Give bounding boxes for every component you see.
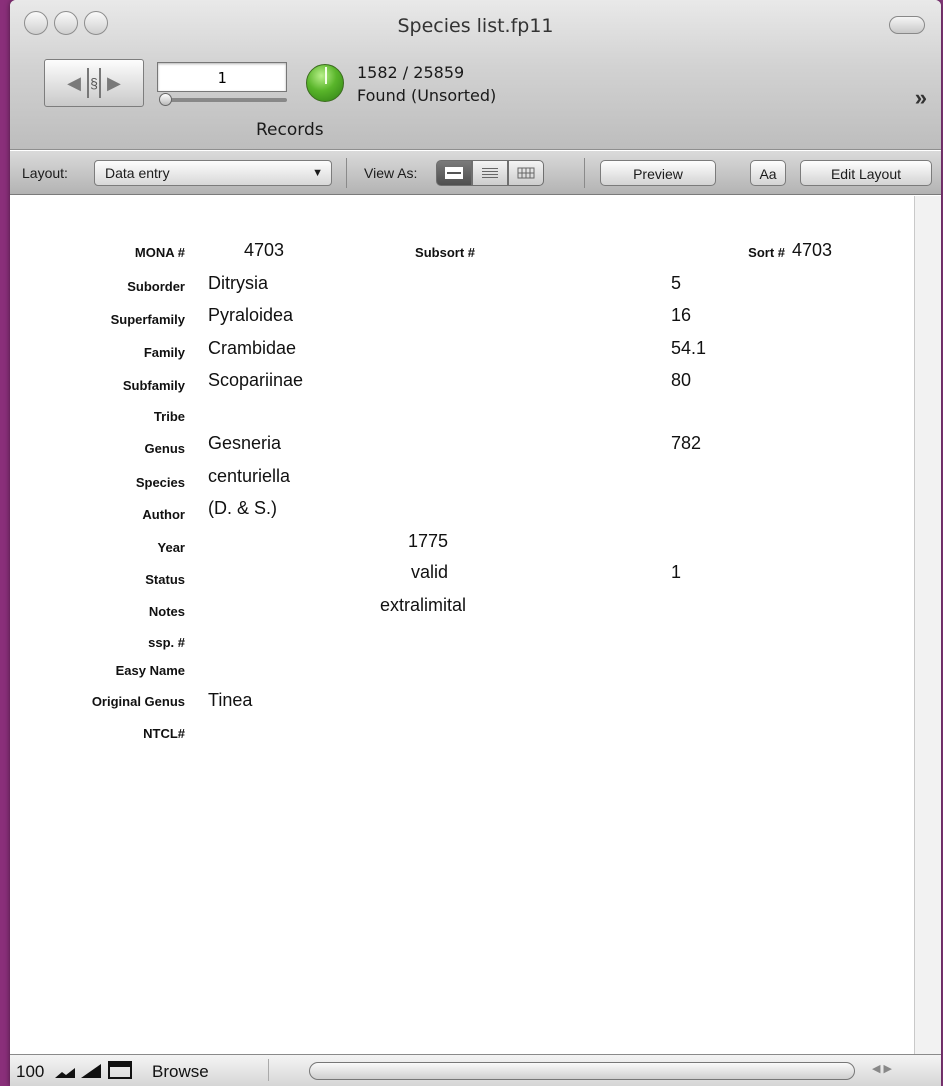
zoom-out-icon[interactable] [54, 1063, 76, 1079]
field-value-suborder[interactable]: Ditrysia [208, 273, 268, 294]
field-num-suborder[interactable]: 5 [671, 273, 681, 294]
field-label-status: Status [145, 572, 185, 587]
records-label: Records [256, 120, 324, 140]
table-view-icon [517, 167, 535, 179]
preview-button[interactable]: Preview [600, 160, 716, 186]
toolbar-toggle-button[interactable] [889, 16, 925, 34]
found-state: Found (Unsorted) [357, 86, 497, 105]
field-label-ssp: ssp. # [148, 635, 185, 650]
dropdown-arrow-icon: ▼ [312, 167, 323, 179]
layout-bar: Layout: Data entry ▼ View As: Preview Aa… [10, 151, 941, 195]
next-record-icon[interactable]: ▶ [107, 73, 121, 94]
edit-layout-button[interactable]: Edit Layout [800, 160, 932, 186]
view-as-form-button[interactable] [436, 160, 472, 186]
field-value-sort[interactable]: 4703 [792, 240, 832, 261]
field-label-subfamily: Subfamily [122, 378, 185, 393]
zoom-level[interactable]: 100 [16, 1062, 44, 1082]
field-value-superfamily[interactable]: Pyraloidea [208, 305, 293, 326]
layout-label: Layout: [22, 165, 68, 181]
field-label-sort: Sort # [748, 245, 785, 260]
field-num-superfamily[interactable]: 16 [671, 305, 691, 326]
field-num-status[interactable]: 1 [671, 562, 681, 583]
field-label-species: Species [135, 475, 185, 490]
field-label-tribe: Tribe [153, 409, 185, 424]
previous-record-icon[interactable]: ◀ [67, 73, 81, 94]
field-num-family[interactable]: 54.1 [671, 338, 706, 359]
field-label-family: Family [143, 345, 185, 360]
book-spine-icon: § [87, 68, 101, 98]
field-value-year[interactable]: 1775 [408, 531, 448, 552]
field-label-original-genus: Original Genus [91, 694, 185, 709]
field-label-notes: Notes [148, 604, 185, 619]
zoom-in-icon[interactable] [80, 1063, 102, 1079]
field-num-genus[interactable]: 782 [671, 433, 701, 454]
field-label-year: Year [157, 540, 185, 555]
horizontal-scrollbar[interactable] [268, 1059, 868, 1081]
field-label-suborder: Suborder [127, 279, 185, 294]
field-value-original-genus[interactable]: Tinea [208, 690, 252, 711]
field-num-subfamily[interactable]: 80 [671, 370, 691, 391]
field-value-subfamily[interactable]: Scopariinae [208, 370, 303, 391]
view-as-list-button[interactable] [472, 160, 508, 186]
status-bar: 100 Browse ◀ ▶ [10, 1054, 941, 1086]
title-bar: Species list.fp11 ◀ § ▶ 1 Records 1582 /… [10, 0, 941, 150]
field-value-author[interactable]: (D. & S.) [208, 498, 277, 519]
field-label-easy-name: Easy Name [115, 663, 185, 678]
filemaker-window: Species list.fp11 ◀ § ▶ 1 Records 1582 /… [10, 0, 941, 1086]
form-view-icon [445, 167, 463, 179]
field-label-genus: Genus [144, 441, 185, 456]
record-book-navigator[interactable]: ◀ § ▶ [44, 59, 144, 107]
field-value-family[interactable]: Crambidae [208, 338, 296, 359]
scroll-arrows-icon[interactable]: ◀ ▶ [872, 1062, 892, 1075]
field-value-species[interactable]: centuriella [208, 466, 290, 487]
field-label-ntcl: NTCL# [143, 726, 185, 741]
record-slider-thumb[interactable] [159, 93, 172, 106]
layout-selected-value: Data entry [105, 165, 170, 181]
field-value-genus[interactable]: Gesneria [208, 433, 281, 454]
record-content: MONA # 4703 Subsort # Sort # 4703 Subord… [10, 196, 914, 1054]
list-view-icon [482, 168, 498, 178]
view-as-label: View As: [364, 165, 418, 181]
vertical-scrollbar[interactable] [914, 196, 941, 1054]
field-value-notes[interactable]: extralimital [380, 595, 466, 616]
field-label-subsort: Subsort # [415, 245, 475, 260]
field-label-superfamily: Superfamily [110, 312, 185, 327]
found-set-pie-icon[interactable] [306, 64, 344, 102]
field-label-author: Author [142, 507, 185, 522]
view-as-table-button[interactable] [508, 160, 544, 186]
record-slider-track[interactable] [163, 98, 287, 102]
field-value-mona[interactable]: 4703 [244, 240, 284, 261]
status-toolbar-toggle-icon[interactable] [108, 1061, 132, 1079]
found-count: 1582 / 25859 [357, 63, 465, 82]
more-toolbar-chevron-icon[interactable]: » [915, 85, 927, 111]
window-title: Species list.fp11 [397, 15, 554, 37]
horizontal-scroll-thumb[interactable] [309, 1062, 855, 1080]
field-label-mona: MONA # [134, 245, 185, 260]
toolbar-divider [346, 158, 347, 188]
text-formatting-button[interactable]: Aa [750, 160, 786, 186]
field-value-status[interactable]: valid [411, 562, 448, 583]
mode-indicator[interactable]: Browse [152, 1062, 209, 1082]
toolbar-divider [584, 158, 585, 188]
layout-select[interactable]: Data entry ▼ [94, 160, 332, 186]
current-record-input[interactable]: 1 [157, 62, 287, 92]
